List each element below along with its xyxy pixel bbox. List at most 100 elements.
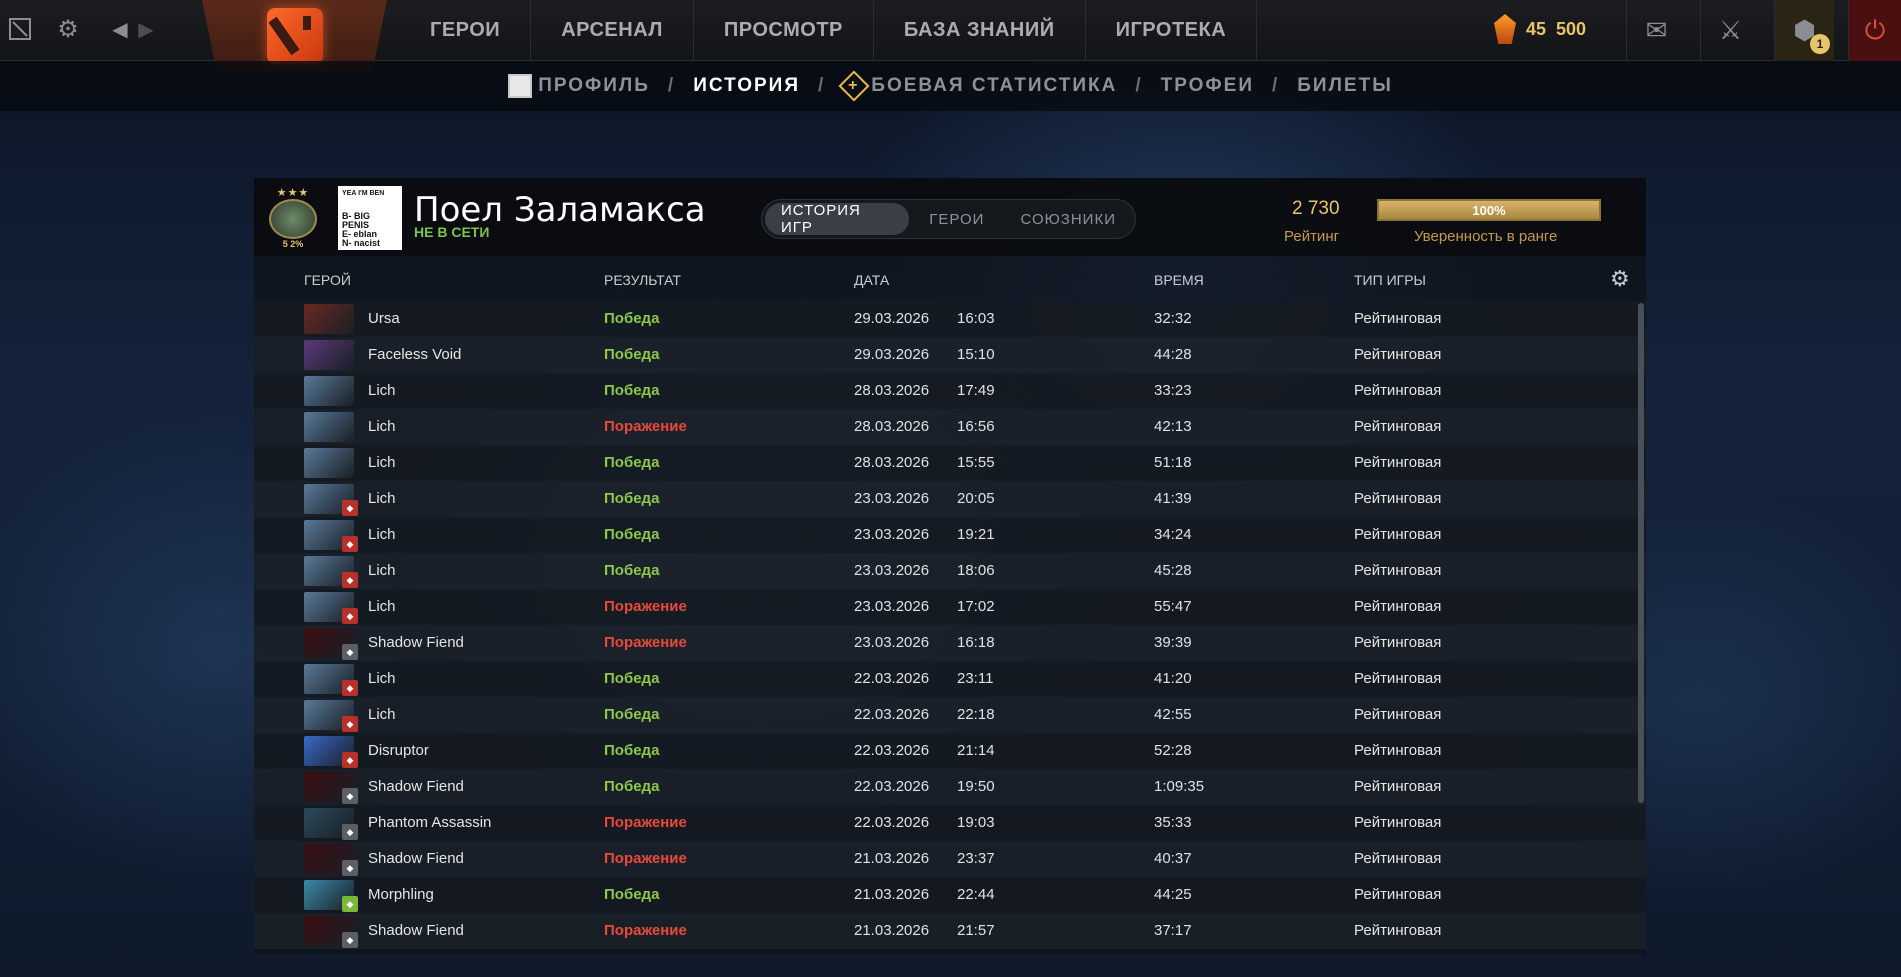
col-game-type[interactable]: ТИП ИГРЫ xyxy=(1354,272,1426,288)
match-time: 15:55 xyxy=(957,454,995,471)
table-row[interactable]: Lich Победа 28.03.2026 15:55 51:18 Рейтингова… xyxy=(254,445,1646,481)
subnav-history[interactable]: ИСТОРИЯ xyxy=(693,75,800,97)
avatar[interactable]: YEA I'M BEN B- BIG PENIS E- eblan N- nac… xyxy=(338,186,402,250)
table-row[interactable]: Lich Поражение 28.03.2026 16:56 42:13 Рейтинг… xyxy=(254,409,1646,445)
dota-menu-icon[interactable] xyxy=(4,13,36,45)
col-hero[interactable]: ГЕРОЙ xyxy=(304,272,351,288)
table-row[interactable]: Lich Победа 28.03.2026 17:49 33:23 Рейтингова… xyxy=(254,373,1646,409)
match-list: Ursa Победа 29.03.2026 16:03 32:32 Рейтингова… xyxy=(254,301,1646,949)
hero-name: Lich xyxy=(368,526,396,543)
match-time: 23:11 xyxy=(957,670,994,687)
subnav-separator: / xyxy=(1271,75,1280,96)
match-result: Победа xyxy=(604,526,660,543)
forward-arrow-icon[interactable]: ▶ xyxy=(130,13,162,45)
table-row[interactable]: ◆ Shadow Fiend Поражение 21.03.2026 23:37 40:… xyxy=(254,841,1646,877)
medal-emblem xyxy=(269,199,317,239)
match-time: 19:21 xyxy=(957,526,995,543)
shard-icon xyxy=(1494,14,1516,44)
subnav-separator: / xyxy=(1135,75,1143,96)
role-badge-icon: ◆ xyxy=(342,824,358,840)
subnav-battle-stats[interactable]: + БОЕВАЯ СТАТИСТИКА xyxy=(838,70,1117,102)
nav-arcade[interactable]: ИГРОТЕКА xyxy=(1086,0,1258,61)
match-date: 21.03.2026 xyxy=(854,886,930,903)
match-time: 22:18 xyxy=(957,706,995,723)
hero-portrait xyxy=(304,448,354,478)
mail-icon[interactable]: ✉ xyxy=(1626,0,1686,61)
armory-icon[interactable]: ⚔ xyxy=(1700,0,1760,61)
nav-armory[interactable]: АРСЕНАЛ xyxy=(531,0,694,61)
notification-count: 1 xyxy=(1810,34,1830,54)
table-row[interactable]: ◆ Morphling Победа 21.03.2026 22:44 44:25 Рейт… xyxy=(254,877,1646,913)
match-date: 22.03.2026 xyxy=(854,742,930,759)
currency-level: 45 xyxy=(1526,18,1547,39)
match-duration: 32:32 xyxy=(1154,310,1192,327)
subnav-tickets[interactable]: БИЛЕТЫ xyxy=(1297,75,1393,97)
match-result: Победа xyxy=(604,886,660,903)
scrollbar[interactable] xyxy=(1638,303,1644,803)
match-duration: 51:18 xyxy=(1154,454,1192,471)
match-time: 16:03 xyxy=(957,310,995,327)
match-time: 18:06 xyxy=(957,562,995,579)
table-row[interactable]: ◆ Lich Победа 22.03.2026 22:18 42:55 Рейтингов… xyxy=(254,697,1646,733)
hero-portrait xyxy=(304,376,354,406)
match-date: 29.03.2026 xyxy=(854,310,930,327)
match-time: 23:37 xyxy=(957,850,995,867)
table-row[interactable]: ◆ Lich Победа 23.03.2026 19:21 34:24 Рейтингов… xyxy=(254,517,1646,553)
match-duration: 42:13 xyxy=(1154,418,1192,435)
match-duration: 45:28 xyxy=(1154,562,1192,579)
match-date: 29.03.2026 xyxy=(854,346,930,363)
table-row[interactable]: ◆ Phantom Assassin Поражение 22.03.2026 19:0… xyxy=(254,805,1646,841)
match-duration: 52:28 xyxy=(1154,742,1192,759)
table-row[interactable]: Faceless Void Победа 29.03.2026 15:10 44:28 Р… xyxy=(254,337,1646,373)
game-type: Рейтинговая xyxy=(1354,382,1442,399)
match-duration: 55:47 xyxy=(1154,598,1192,615)
match-duration: 37:17 xyxy=(1154,922,1192,939)
table-row[interactable]: ◆ Lich Победа 22.03.2026 23:11 41:20 Рейтингов… xyxy=(254,661,1646,697)
col-result[interactable]: РЕЗУЛЬТАТ xyxy=(604,272,681,288)
hero-name: Lich xyxy=(368,598,396,615)
match-duration: 39:39 xyxy=(1154,634,1192,651)
table-row[interactable]: ◆ Disruptor Победа 22.03.2026 21:14 52:28 Рейт… xyxy=(254,733,1646,769)
match-history-panel: ★★★ 5 2% YEA I'M BEN B- BIG PENIS E- ebl… xyxy=(254,178,1646,954)
match-date: 22.03.2026 xyxy=(854,814,930,831)
game-type: Рейтинговая xyxy=(1354,562,1442,579)
col-duration[interactable]: ВРЕМЯ xyxy=(1154,272,1204,288)
table-row[interactable]: ◆ Shadow Fiend Поражение 23.03.2026 16:18 39:… xyxy=(254,625,1646,661)
tab-allies[interactable]: СОЮЗНИКИ xyxy=(1004,203,1132,235)
nav-heroes[interactable]: ГЕРОИ xyxy=(400,0,532,61)
tab-match-history[interactable]: ИСТОРИЯ ИГР xyxy=(765,202,910,236)
gear-icon[interactable]: ⚙ xyxy=(1610,266,1630,292)
match-result: Победа xyxy=(604,454,660,471)
game-type: Рейтинговая xyxy=(1354,922,1442,939)
table-row[interactable]: ◆ Lich Победа 23.03.2026 18:06 45:28 Рейтингов… xyxy=(254,553,1646,589)
table-row[interactable]: ◆ Lich Победа 23.03.2026 20:05 41:39 Рейтингов… xyxy=(254,481,1646,517)
role-badge-icon: ◆ xyxy=(342,896,358,912)
table-row[interactable]: ◆ Shadow Fiend Победа 22.03.2026 19:50 1:09:3… xyxy=(254,769,1646,805)
subnav-profile[interactable]: ПРОФИЛЬ xyxy=(508,74,650,98)
match-duration: 34:24 xyxy=(1154,526,1192,543)
subnav-trophies[interactable]: ТРОФЕИ xyxy=(1161,75,1254,97)
game-type: Рейтинговая xyxy=(1354,454,1442,471)
game-type: Рейтинговая xyxy=(1354,850,1442,867)
role-badge-icon: ◆ xyxy=(342,788,358,804)
table-row[interactable]: ◆ Lich Поражение 23.03.2026 17:02 55:47 Рейтин… xyxy=(254,589,1646,625)
rating-value: 2 730 xyxy=(1292,198,1340,219)
match-date: 21.03.2026 xyxy=(854,922,930,939)
game-type: Рейтинговая xyxy=(1354,310,1442,327)
col-date[interactable]: ДАТА xyxy=(854,272,889,288)
match-duration: 35:33 xyxy=(1154,814,1192,831)
currency-display[interactable]: 45 500 xyxy=(1494,14,1586,44)
nav-watch[interactable]: ПРОСМОТР xyxy=(694,0,874,61)
game-type: Рейтинговая xyxy=(1354,742,1442,759)
table-row[interactable]: ◆ Shadow Fiend Поражение 21.03.2026 21:57 37:… xyxy=(254,913,1646,949)
nav-learn[interactable]: БАЗА ЗНАНИЙ xyxy=(874,0,1086,61)
settings-gear-icon[interactable]: ⚙ xyxy=(52,13,84,45)
power-icon[interactable]: ⏻ xyxy=(1848,0,1901,61)
tab-heroes[interactable]: ГЕРОИ xyxy=(913,203,1000,235)
table-row[interactable]: Ursa Победа 29.03.2026 16:03 32:32 Рейтингова… xyxy=(254,301,1646,337)
rank-medal-icon[interactable]: ★★★ 5 2% xyxy=(266,186,320,249)
match-result: Поражение xyxy=(604,814,687,831)
column-headers: ГЕРОЙ РЕЗУЛЬТАТ ДАТА ВРЕМЯ ТИП ИГРЫ ⚙ xyxy=(254,266,1646,294)
match-time: 17:02 xyxy=(957,598,995,615)
match-date: 23.03.2026 xyxy=(854,562,930,579)
